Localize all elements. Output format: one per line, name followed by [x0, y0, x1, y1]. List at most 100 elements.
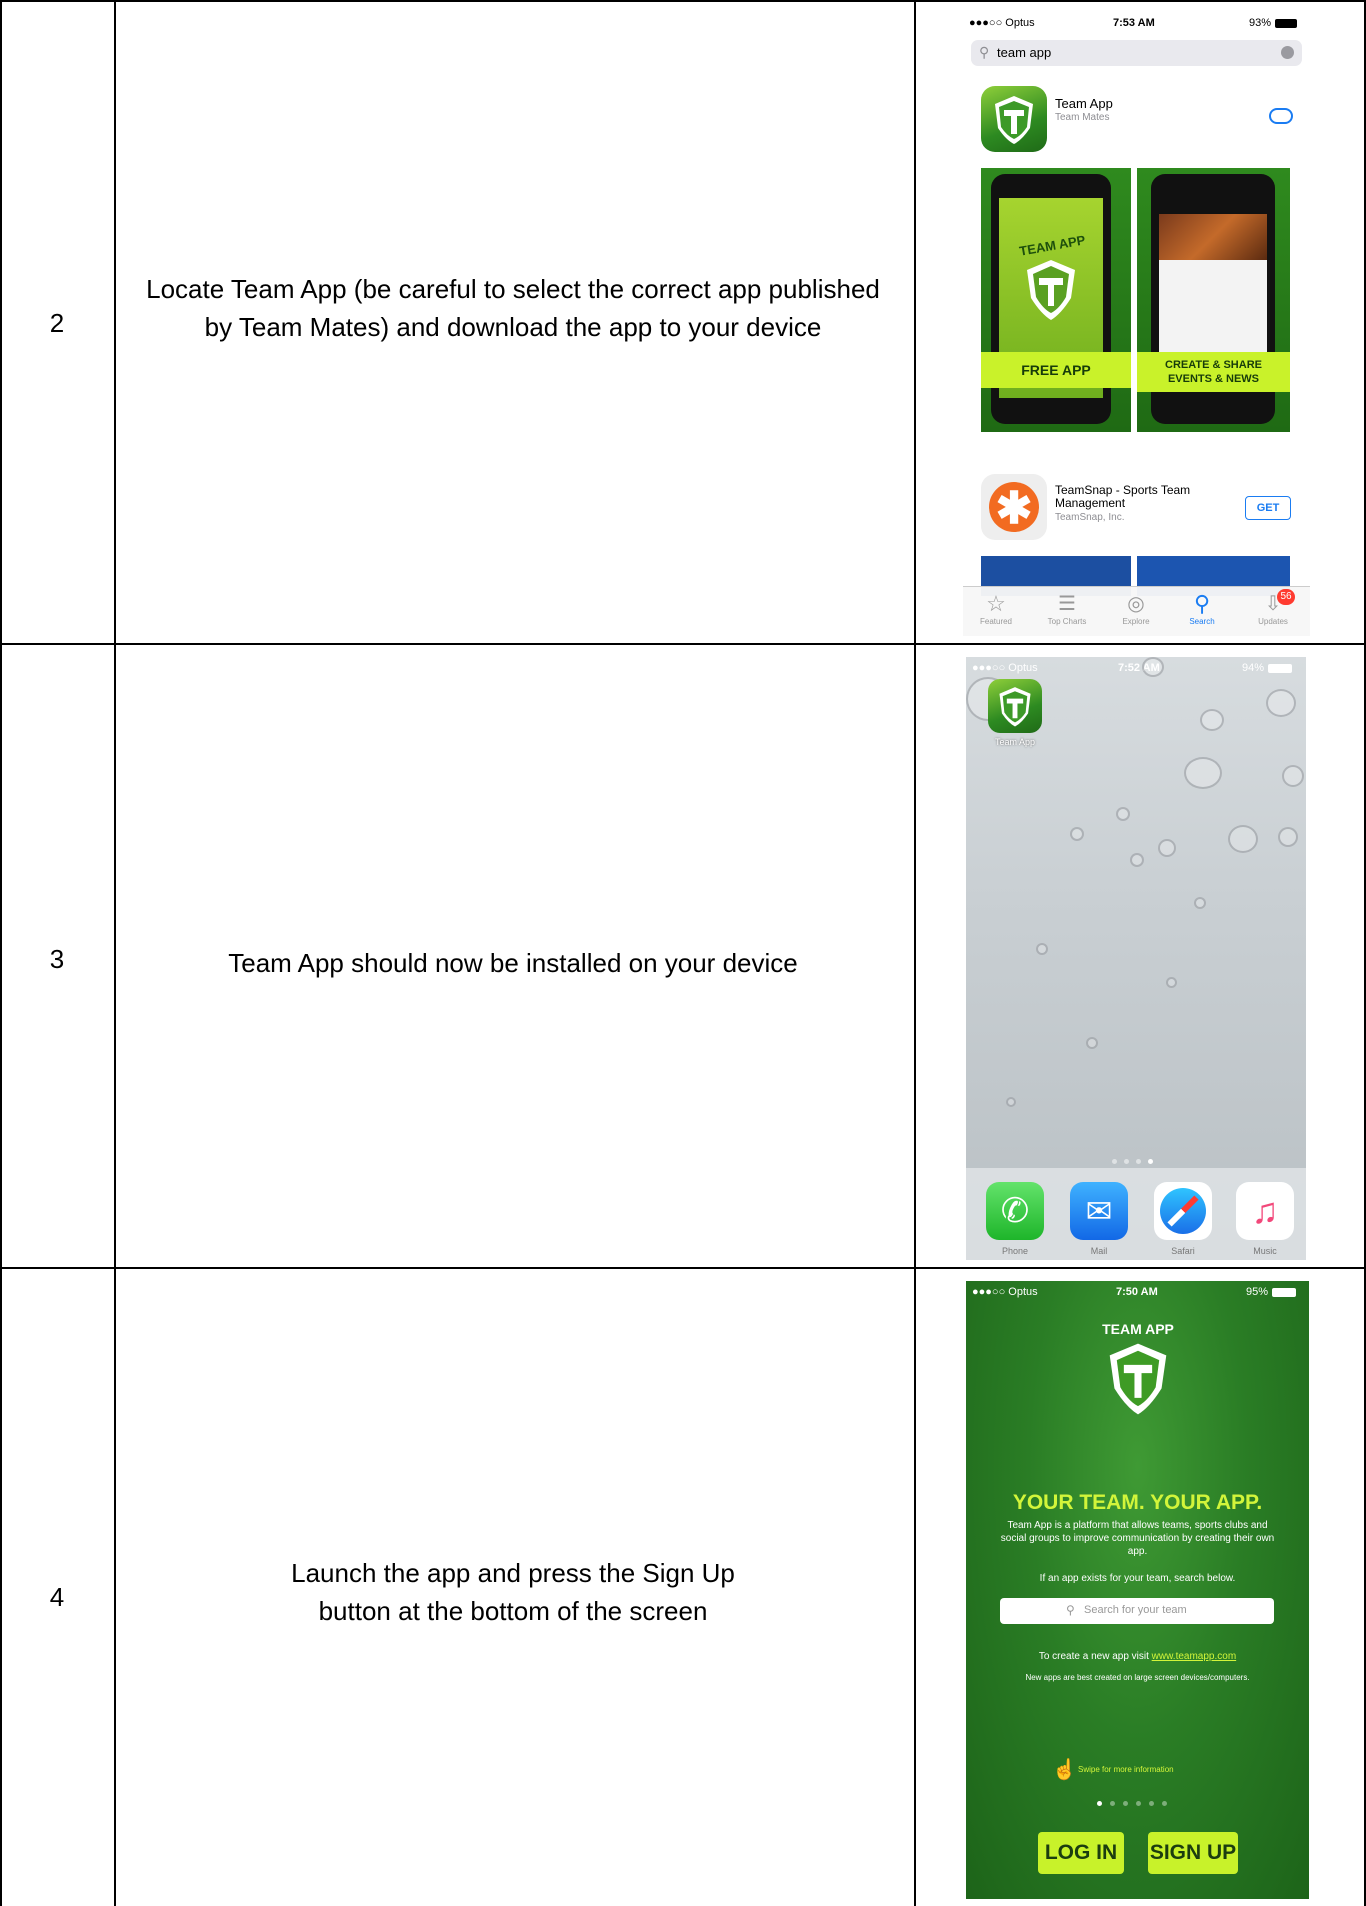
shield-icon	[1027, 260, 1075, 320]
shield-icon	[995, 96, 1033, 144]
page-dot	[1149, 1801, 1154, 1806]
envelope-glyph: ✉	[1085, 1193, 1113, 1229]
page-dot	[1112, 1159, 1117, 1164]
water-drop	[1184, 757, 1222, 789]
water-drop	[1070, 827, 1084, 841]
step-description: Team App should now be installed on your…	[228, 948, 798, 978]
tab-label: Explore	[1122, 617, 1150, 626]
dock-label: Music	[1253, 1246, 1277, 1256]
get-button[interactable]: GET	[1245, 496, 1291, 520]
water-drop	[1006, 1097, 1016, 1107]
log-in-button[interactable]: LOG IN	[1038, 1832, 1124, 1874]
battery-icon	[1275, 19, 1297, 28]
star-icon: ☆	[986, 591, 1006, 616]
dock-label: Safari	[1171, 1246, 1195, 1256]
tab-bar: ☆ Featured ☰ Top Charts ◎ Explore ⚲ Sear…	[963, 586, 1310, 636]
battery-level: 93%	[1249, 17, 1272, 29]
carrier: ●●●○○ Optus	[972, 1286, 1038, 1298]
carrier: ●●●○○ Optus	[969, 17, 1035, 29]
water-drop	[1142, 657, 1164, 677]
launch-screen-screenshot: ●●●○○ Optus 7:50 AM 95% TEAM APP YOUR TE…	[966, 1281, 1309, 1899]
create-line: To create a new app visit www.teamapp.co…	[966, 1651, 1309, 1662]
swipe-hint: Swipe for more information	[1078, 1765, 1174, 1774]
water-drop	[1228, 825, 1258, 853]
water-drop	[1166, 977, 1177, 988]
status-bar: ●●●○○ Optus 7:53 AM 93%	[963, 12, 1310, 36]
promo-image-left: TEAM APP FREE APP	[981, 168, 1131, 432]
create-text: To create a new app visit	[1038, 1651, 1149, 1662]
page-dot	[1162, 1801, 1167, 1806]
tab-label: Search	[1189, 617, 1215, 626]
logo-text: TEAM APP	[1102, 1321, 1174, 1337]
teamapp-link[interactable]: www.teamapp.com	[1152, 1651, 1236, 1662]
tab-label: Top Charts	[1047, 617, 1087, 626]
clear-icon[interactable]	[1281, 46, 1294, 59]
battery-icon	[1272, 1288, 1296, 1297]
clock: 7:53 AM	[1113, 17, 1155, 29]
home-screen-screenshot: ●●●○○ Optus 7:52 AM 94% Team App ✆ Phone…	[966, 657, 1306, 1260]
water-drop	[1086, 1037, 1098, 1049]
result-app-publisher: TeamSnap, Inc.	[1055, 512, 1125, 523]
search-placeholder: Search for your team	[1084, 1604, 1187, 1616]
water-drop	[1200, 709, 1224, 731]
search-icon: ⚲	[1193, 591, 1211, 616]
page-dot	[1110, 1801, 1115, 1806]
water-drop	[1278, 827, 1298, 847]
team-app-icon[interactable]	[981, 86, 1047, 152]
food-photo	[1159, 214, 1267, 260]
search-hint: If an app exists for your team, search b…	[1039, 1573, 1236, 1584]
step-number: 4	[49, 1582, 65, 1612]
promo-caption: FREE APP	[981, 352, 1131, 388]
dock-label: Mail	[1090, 1246, 1108, 1256]
sign-up-button[interactable]: SIGN UP	[1148, 1832, 1238, 1874]
music-icon[interactable]: ♫	[1236, 1182, 1294, 1240]
water-drop	[1266, 689, 1296, 717]
status-bar: ●●●○○ Optus 7:52 AM 94%	[966, 657, 1306, 681]
carrier: ●●●○○ Optus	[972, 662, 1038, 674]
water-drop	[1158, 839, 1176, 857]
tab-updates[interactable]: ⇩ Updates 56	[1245, 589, 1301, 626]
safari-icon[interactable]	[1154, 1182, 1212, 1240]
clock: 7:50 AM	[1116, 1286, 1158, 1298]
teamsnap-icon[interactable]: ✱	[981, 474, 1047, 540]
column-divider	[914, 0, 916, 1906]
tab-explore[interactable]: ◎ Explore	[1111, 591, 1161, 626]
table-border-top	[0, 0, 1366, 2]
water-drop	[1130, 853, 1144, 867]
tab-label: Updates	[1258, 617, 1288, 626]
water-drop	[1194, 897, 1206, 909]
cloud-download-icon[interactable]	[1269, 108, 1293, 124]
page-indicator	[1112, 1159, 1162, 1165]
search-icon: ⚲	[1066, 1603, 1075, 1617]
app-label: Team App	[994, 737, 1036, 747]
result-app-name[interactable]: Team App	[1055, 96, 1113, 111]
team-app-icon[interactable]	[988, 679, 1042, 733]
shield-icon	[999, 687, 1031, 727]
updates-badge: 56	[1277, 589, 1295, 605]
tab-top-charts[interactable]: ☰ Top Charts	[1037, 591, 1097, 626]
phone-icon[interactable]: ✆	[986, 1182, 1044, 1240]
page-dot	[1124, 1159, 1129, 1164]
note-text: New apps are best created on large scree…	[1025, 1673, 1250, 1682]
asterisk-icon: ✱	[989, 482, 1039, 533]
tab-search[interactable]: ⚲ Search	[1177, 591, 1227, 626]
battery-level: 94%	[1242, 662, 1265, 674]
hand-icon: ☝	[1052, 1759, 1077, 1781]
row-divider	[0, 643, 1366, 645]
step-description: Launch the app and press the Sign Up but…	[291, 1558, 735, 1626]
result-app-name[interactable]: TeamSnap - Sports Team Management	[1055, 484, 1205, 510]
step-number: 3	[49, 944, 65, 974]
page-dot	[1136, 1801, 1141, 1806]
team-search-input[interactable]: ⚲ Search for your team	[1000, 1598, 1274, 1624]
dock: ✆ Phone ✉ Mail Safari ♫ Music	[966, 1168, 1306, 1260]
list-icon: ☰	[1058, 593, 1076, 615]
handset-glyph: ✆	[1000, 1192, 1030, 1230]
step-number: 2	[49, 308, 65, 338]
page-dot	[1097, 1801, 1102, 1806]
mail-icon[interactable]: ✉	[1070, 1182, 1128, 1240]
page-dot	[1123, 1801, 1128, 1806]
dock-label: Phone	[1001, 1246, 1029, 1256]
water-drop	[1116, 807, 1130, 821]
tab-featured[interactable]: ☆ Featured	[971, 591, 1021, 626]
search-input[interactable]: ⚲ team app	[971, 40, 1302, 66]
